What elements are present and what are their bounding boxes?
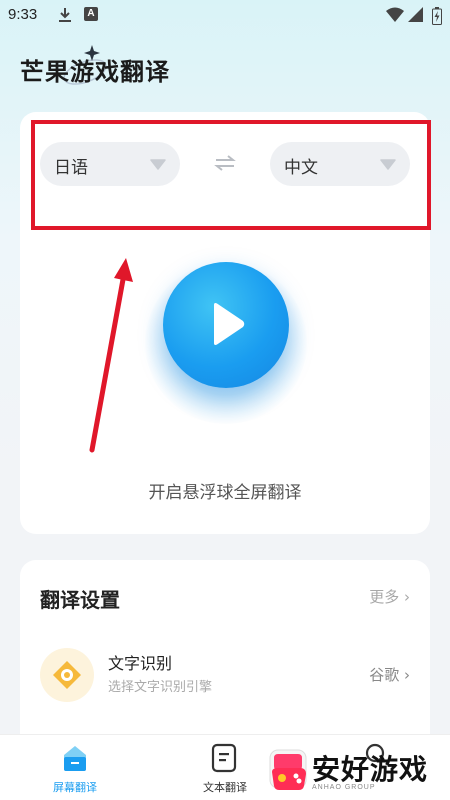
annotation-arrow-icon bbox=[89, 258, 133, 453]
nav-text-translate[interactable]: 文本翻译 bbox=[180, 741, 270, 797]
start-floating-ball-label: 开启悬浮球全屏翻译 bbox=[148, 483, 302, 503]
nav-screen-translate-label: 屏幕翻译 bbox=[53, 781, 97, 794]
nav-text-translate-label: 文本翻译 bbox=[203, 781, 247, 794]
gamepad-logo-icon bbox=[269, 749, 307, 790]
screen-translate-icon bbox=[64, 746, 86, 771]
watermark-text: 安好游戏 bbox=[312, 753, 429, 786]
battery-icon bbox=[432, 7, 442, 29]
download-icon bbox=[58, 7, 72, 27]
document-icon bbox=[211, 743, 237, 773]
target-language-label: 中文 bbox=[284, 158, 318, 178]
wifi-icon bbox=[386, 7, 404, 27]
source-language-select[interactable]: 日语 bbox=[40, 142, 180, 186]
ocr-target-icon bbox=[53, 661, 81, 689]
watermark: 安好游戏 ANHAO GROUP bbox=[268, 744, 450, 796]
translation-settings-card: 翻译设置 更多 › 文字识别 选择文字识别引擎 谷歌 › bbox=[20, 560, 430, 740]
settings-more-link[interactable]: 更多 › bbox=[369, 586, 410, 607]
ocr-engine-row[interactable]: 文字识别 选择文字识别引擎 谷歌 › bbox=[20, 642, 430, 702]
app-title: 芒果游戏翻译 bbox=[20, 58, 170, 86]
source-language-label: 日语 bbox=[54, 158, 88, 178]
chevron-down-icon bbox=[380, 159, 396, 170]
app-notification-icon: A bbox=[84, 7, 98, 21]
settings-title: 翻译设置 bbox=[40, 588, 120, 612]
ocr-engine-value: 谷歌 › bbox=[369, 666, 410, 684]
signal-icon bbox=[408, 7, 424, 27]
status-bar: 9:33 A bbox=[0, 0, 450, 32]
start-floating-ball-button[interactable] bbox=[163, 262, 289, 388]
target-language-select[interactable]: 中文 bbox=[270, 142, 410, 186]
status-time: 9:33 bbox=[8, 6, 38, 23]
ocr-subtitle: 选择文字识别引擎 bbox=[108, 680, 213, 695]
chevron-down-icon bbox=[150, 159, 166, 170]
ocr-title: 文字识别 bbox=[108, 654, 173, 673]
watermark-small-text: ANHAO GROUP bbox=[312, 784, 376, 791]
nav-screen-translate[interactable]: 屏幕翻译 bbox=[30, 741, 120, 797]
swap-languages-icon[interactable] bbox=[214, 154, 236, 172]
ocr-icon-container bbox=[40, 648, 94, 702]
play-icon bbox=[214, 303, 245, 345]
